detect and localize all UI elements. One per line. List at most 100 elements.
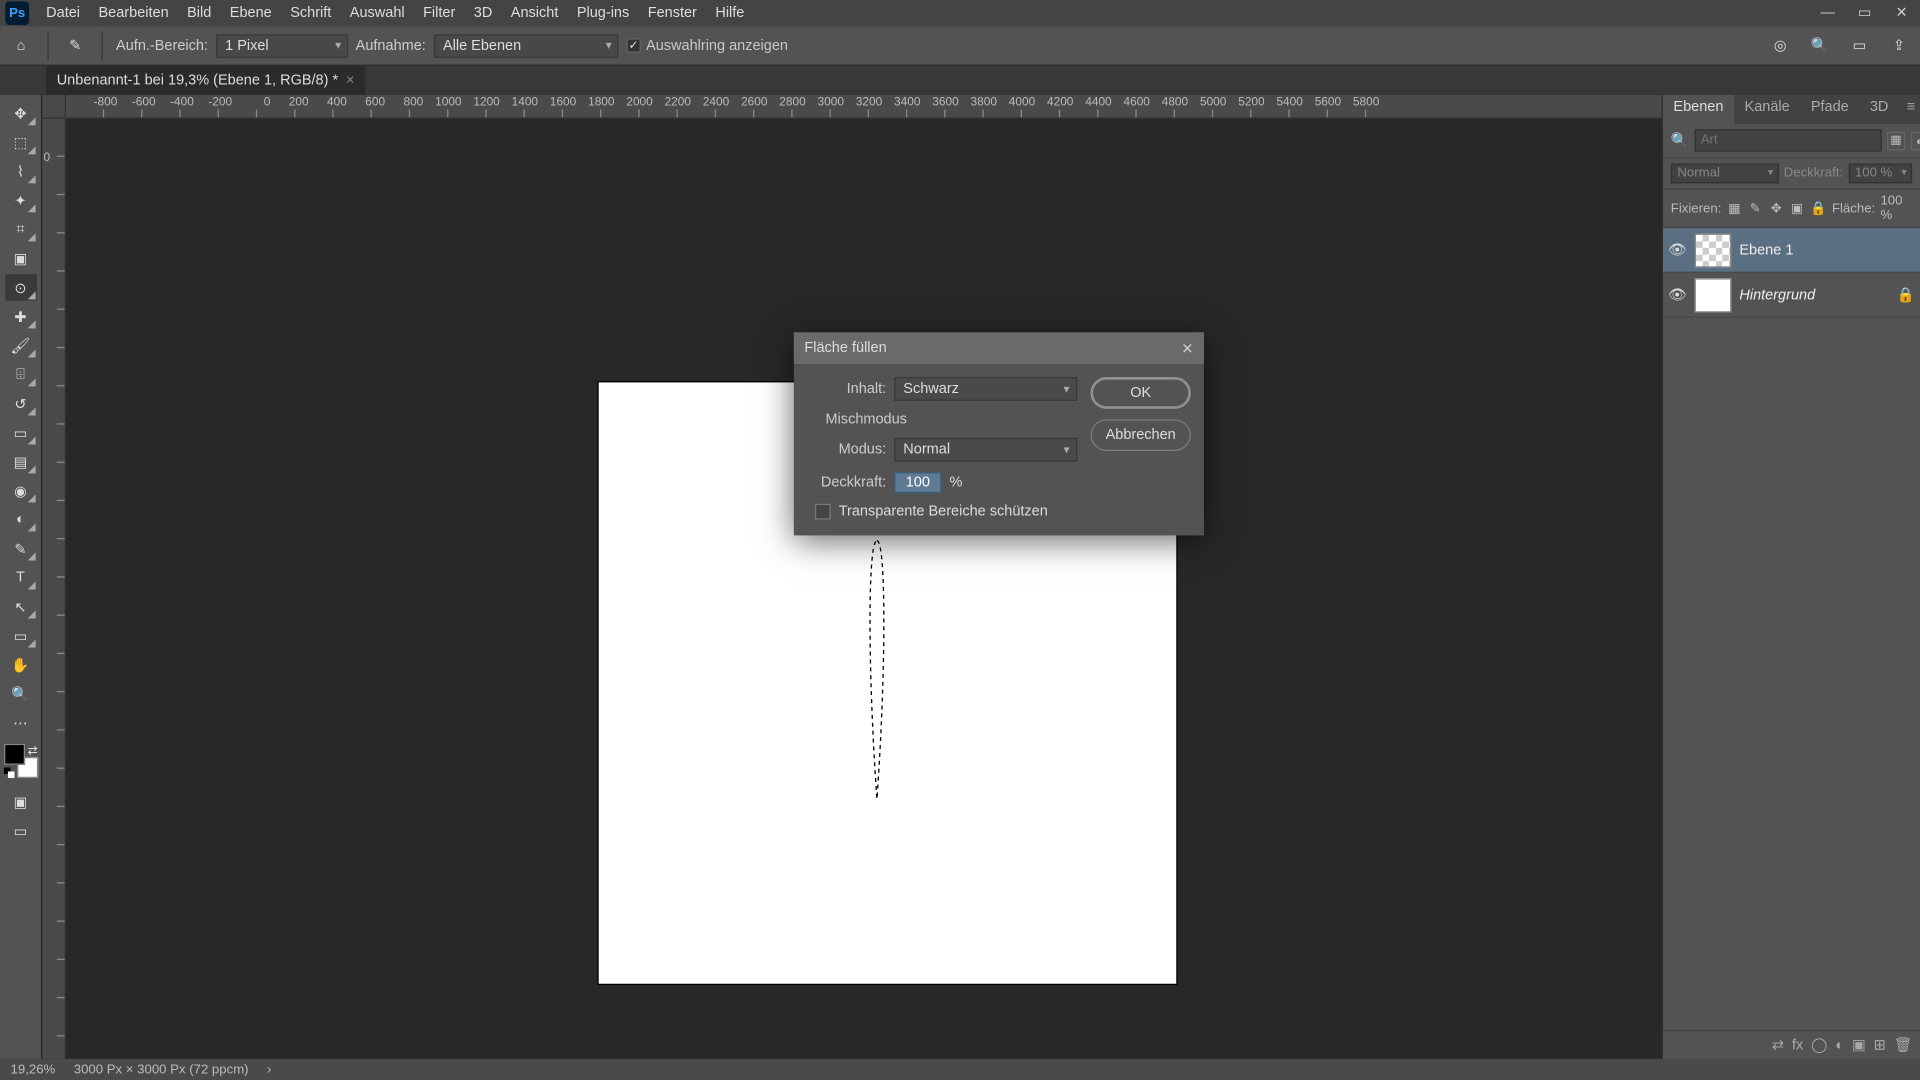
share-icon[interactable]: ⇪ [1886,32,1912,58]
brush-tool[interactable] [5,332,37,358]
cancel-button[interactable]: Abbrechen [1091,419,1191,451]
zoom-level[interactable]: 19,26% [11,1062,56,1077]
marquee-tool[interactable] [5,129,37,155]
eyedropper-tool[interactable] [5,274,37,300]
stamp-tool[interactable] [5,361,37,387]
delete-layer-icon[interactable]: 🗑 [1894,1036,1912,1053]
menu-fenster[interactable]: Fenster [638,0,706,26]
panel-menu-icon[interactable]: ≡ [1899,95,1920,124]
search-icon[interactable]: 🔍 [1807,32,1833,58]
show-selection-checkbox[interactable]: ✓ Auswahlring anzeigen [626,38,788,54]
home-icon[interactable]: ⌂ [8,32,34,58]
menu-3d[interactable]: 3D [465,0,502,26]
tab-ebenen[interactable]: Ebenen [1663,95,1734,124]
window-minimize-icon[interactable]: — [1809,0,1846,26]
layer-thumbnail[interactable] [1695,233,1732,267]
blur-tool[interactable] [5,477,37,503]
pen-tool[interactable] [5,535,37,561]
tools-panel: ▣ ⋯ ⇄ ▣ ▭ [0,95,42,1059]
window-close-icon[interactable]: ✕ [1883,0,1920,26]
menu-auswahl[interactable]: Auswahl [341,0,414,26]
ok-button[interactable]: OK [1091,377,1191,409]
menu-datei[interactable]: Datei [37,0,89,26]
menu-ebene[interactable]: Ebene [221,0,281,26]
lock-pixels-icon[interactable]: ▦ [1727,199,1743,217]
menu-bearbeiten[interactable]: Bearbeiten [89,0,178,26]
new-layer-icon[interactable]: ⊞ [1874,1036,1886,1053]
default-colors-icon[interactable] [3,767,14,778]
workspace-icon[interactable]: ▭ [1846,32,1872,58]
type-tool[interactable] [5,564,37,590]
zoom-tool[interactable] [5,680,37,706]
sample-dropdown[interactable]: Alle Ebenen [434,34,619,58]
menu-ansicht[interactable]: Ansicht [502,0,568,26]
frame-tool[interactable]: ▣ [5,245,37,271]
window-maximize-icon[interactable]: ▭ [1846,0,1883,26]
lock-move-icon[interactable]: ✥ [1768,199,1784,217]
group-layers-icon[interactable]: ▣ [1852,1036,1866,1053]
blend-section-label: Mischmodus [807,411,1077,427]
filter-adjust-icon[interactable]: ◐ [1910,131,1920,149]
heal-tool[interactable] [5,303,37,329]
layer-row[interactable]: 👁Hintergrund🔒 [1663,273,1920,318]
adjustment-layer-icon[interactable]: ◐ [1835,1037,1844,1053]
content-dropdown[interactable]: Schwarz [894,377,1077,401]
gradient-tool[interactable] [5,448,37,474]
quickmask-tool[interactable]: ▣ [5,789,37,815]
move-tool[interactable] [5,100,37,126]
filter-pixel-icon[interactable]: ▦ [1887,131,1905,149]
menu-plugins[interactable]: Plug-ins [568,0,639,26]
more-tools[interactable]: ⋯ [5,709,37,735]
sample-area-dropdown[interactable]: 1 Pixel [216,34,348,58]
screenmode-tool[interactable]: ▭ [5,818,37,844]
link-layers-icon[interactable]: ⇄ [1772,1036,1784,1053]
layer-thumbnail[interactable] [1695,278,1732,312]
layer-opacity-dropdown[interactable]: 100 % [1848,164,1912,184]
ruler-horizontal: -800-600-400-200020040060080010001200140… [66,95,1662,119]
document-tab[interactable]: Unbenannt-1 bei 19,3% (Ebene 1, RGB/8) *… [46,66,365,95]
layer-name[interactable]: Hintergrund [1739,287,1888,303]
menu-hilfe[interactable]: Hilfe [706,0,753,26]
layer-name[interactable]: Ebene 1 [1739,242,1914,258]
lock-nest-icon[interactable]: ▣ [1789,199,1805,217]
lock-position-icon[interactable]: ✎ [1748,199,1764,217]
dialog-close-icon[interactable]: ✕ [1181,340,1193,357]
eyedropper-tool-icon[interactable]: ✎ [62,32,88,58]
visibility-eye-icon[interactable]: 👁 [1668,241,1686,258]
opacity-input[interactable]: 100 [894,472,941,493]
shape-tool[interactable] [5,622,37,648]
eraser-tool[interactable] [5,419,37,445]
layer-filter-input[interactable] [1694,129,1881,151]
visibility-eye-icon[interactable]: 👁 [1668,286,1686,303]
layer-mask-icon[interactable]: ◯ [1811,1036,1827,1053]
crop-tool[interactable] [5,216,37,242]
menu-filter[interactable]: Filter [414,0,465,26]
tab-3d[interactable]: 3D [1859,95,1899,124]
canvas-area[interactable]: -800-600-400-200020040060080010001200140… [42,95,1661,1059]
show-selection-label: Auswahlring anzeigen [646,38,788,54]
tab-pfade[interactable]: Pfade [1800,95,1859,124]
foreground-color[interactable] [3,744,24,765]
cloud-icon[interactable]: ◎ [1767,32,1793,58]
lasso-tool[interactable] [5,158,37,184]
blend-mode-dropdown[interactable]: Normal [1671,164,1779,184]
protect-transparent-checkbox[interactable]: Transparente Bereiche schützen [807,504,1077,520]
layer-row[interactable]: 👁 Ebene 1 [1663,228,1920,273]
dialog-titlebar[interactable]: Fläche füllen ✕ [794,332,1204,364]
path-select-tool[interactable] [5,593,37,619]
hand-tool[interactable] [5,651,37,677]
layer-fx-icon[interactable]: fx [1792,1037,1803,1053]
status-chevron-icon[interactable]: › [267,1062,271,1077]
dodge-tool[interactable] [5,506,37,532]
fill-opacity-dropdown[interactable]: 100 % [1880,194,1912,223]
menu-bild[interactable]: Bild [178,0,221,26]
lock-all-icon[interactable]: 🔒 [1810,199,1826,217]
foreground-background-swatch[interactable]: ⇄ [3,744,37,778]
menu-schrift[interactable]: Schrift [281,0,341,26]
tab-kanaele[interactable]: Kanäle [1734,95,1800,124]
history-brush-tool[interactable] [5,390,37,416]
document-info[interactable]: 3000 Px × 3000 Px (72 ppcm) [74,1062,249,1077]
close-tab-icon[interactable]: × [346,73,354,89]
wand-tool[interactable] [5,187,37,213]
mode-dropdown[interactable]: Normal [894,438,1077,462]
